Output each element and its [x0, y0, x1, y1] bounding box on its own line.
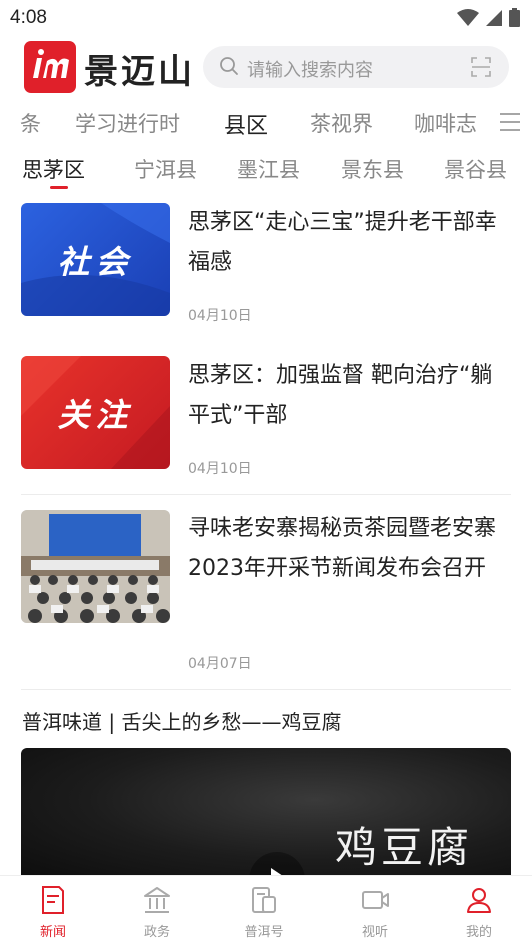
- app-logo: [24, 41, 76, 93]
- bottom-nav: 新闻 政务 普洱号 视听 我的: [0, 875, 532, 947]
- news-thumbnail: 社会: [21, 203, 170, 316]
- status-time: 4:08: [10, 7, 47, 28]
- nav-label: 普洱号: [244, 925, 284, 940]
- tab-jingdong[interactable]: 景东县: [341, 154, 404, 184]
- search-placeholder: 请输入搜索内容: [247, 60, 373, 81]
- tab-study[interactable]: 学习进行时: [75, 108, 180, 138]
- nav-label: 新闻: [39, 925, 66, 940]
- news-photo: [21, 510, 170, 623]
- app-name: 景迈山: [84, 52, 195, 92]
- battery-icon: [509, 8, 520, 27]
- divider: [21, 494, 511, 495]
- active-tab-indicator: [50, 186, 68, 189]
- video-thumb-text: 鸡豆腐: [334, 823, 473, 872]
- nav-puer-account[interactable]: 普洱号: [211, 876, 317, 947]
- thumbnail-label: 社会: [57, 242, 134, 281]
- divider: [21, 689, 511, 690]
- puer-account-icon: [252, 887, 276, 913]
- wifi-icon: [457, 8, 479, 26]
- news-item[interactable]: 寻味老安寨揭秘贡茶园暨老安寨2023年开采节新闻发布会召开 04月07日: [0, 509, 532, 679]
- nav-label: 我的: [465, 925, 492, 940]
- nav-label: 视听: [361, 925, 388, 940]
- video-icon: [362, 891, 389, 909]
- tab-tea-view[interactable]: 茶视界: [310, 108, 373, 138]
- news-date: 04月07日: [188, 656, 252, 672]
- news-title: 思茅区“走心三宝”提升老干部幸福感: [188, 210, 497, 275]
- channel-menu-icon[interactable]: [490, 100, 532, 144]
- thumbnail-label: 关注: [57, 395, 134, 434]
- news-title: 思茅区：加强监督 靶向治疗“躺平式”干部: [188, 363, 493, 428]
- profile-icon: [467, 888, 491, 913]
- news-icon: [42, 886, 64, 914]
- nav-video[interactable]: 视听: [322, 876, 428, 947]
- news-thumbnail: 关注: [21, 356, 170, 469]
- signal-icon: [486, 9, 502, 26]
- tab-jinggu[interactable]: 景谷县: [444, 154, 507, 184]
- nav-profile[interactable]: 我的: [426, 876, 532, 947]
- news-date: 04月10日: [188, 461, 252, 477]
- nav-label: 政务: [143, 925, 170, 940]
- news-title: 寻味老安寨揭秘贡茶园暨老安寨2023年开采节新闻发布会召开: [188, 516, 497, 581]
- district-tabs: 思茅区 宁洱县 墨江县 景东县 景谷县: [0, 146, 532, 192]
- channel-tabs: 条 学习进行时 县区 茶视界 咖啡志: [0, 100, 532, 144]
- status-bar: 4:08: [0, 0, 532, 36]
- scan-icon[interactable]: [471, 57, 491, 77]
- tab-coffee[interactable]: 咖啡志: [414, 108, 477, 138]
- video-thumbnail[interactable]: 鸡豆腐: [21, 748, 511, 878]
- tab-channel-partial[interactable]: 条: [20, 108, 41, 138]
- government-icon: [144, 887, 170, 913]
- news-item[interactable]: 关注 思茅区：加强监督 靶向治疗“躺平式”干部 04月10日: [0, 356, 532, 496]
- nav-government[interactable]: 政务: [104, 876, 210, 947]
- search-input[interactable]: 请输入搜索内容: [203, 46, 509, 88]
- news-item[interactable]: 社会 思茅区“走心三宝”提升老干部幸福感 04月10日: [0, 203, 532, 343]
- tab-mojiang[interactable]: 墨江县: [237, 154, 300, 184]
- status-icons: [457, 8, 520, 27]
- search-icon: [220, 57, 238, 75]
- app-header: 景迈山 请输入搜索内容: [0, 36, 532, 100]
- tab-simao[interactable]: 思茅区: [22, 154, 85, 184]
- news-date: 04月10日: [188, 308, 252, 324]
- nav-news[interactable]: 新闻: [0, 876, 106, 947]
- tab-county[interactable]: 县区: [224, 108, 268, 140]
- video-title[interactable]: 普洱味道 | 舌尖上的乡愁——鸡豆腐: [22, 706, 341, 735]
- tab-ninger[interactable]: 宁洱县: [134, 154, 197, 184]
